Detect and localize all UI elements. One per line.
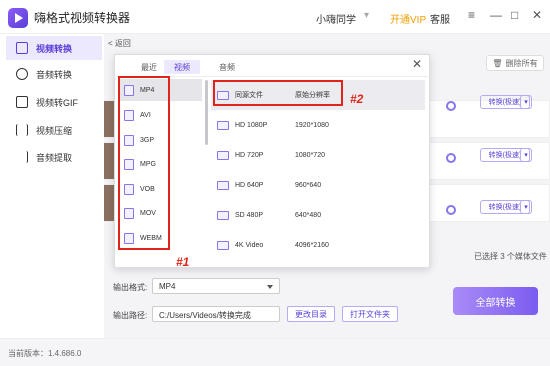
output-path-input[interactable]: C:/Users/Videos/转换完成 — [152, 306, 280, 322]
annotation-label-1: #1 — [176, 255, 190, 269]
sidebar-item-extract[interactable]: 音频提取 — [6, 145, 102, 169]
resolution-name: 4K Video — [235, 241, 264, 249]
trash-icon: 🗑 — [492, 58, 503, 68]
sidebar-item-compress[interactable]: 视频压缩 — [6, 118, 102, 142]
video-thumbnail — [104, 143, 114, 179]
close-button[interactable]: ✕ — [532, 8, 542, 22]
video-convert-icon — [16, 42, 28, 54]
open-folder-button[interactable]: 打开文件夹 — [342, 306, 398, 322]
sidebar-item-audio-convert[interactable]: 音频转换 — [6, 62, 102, 86]
tab-video[interactable]: 视频 — [164, 60, 200, 74]
resolution-value: 960*640 — [295, 181, 322, 189]
video-icon — [217, 120, 229, 130]
delete-all-button[interactable]: 🗑 删除所有 — [486, 55, 544, 71]
resolution-name: HD 1080P — [235, 121, 268, 129]
sidebar-item-label: 视频转GIF — [36, 97, 78, 108]
output-format-select[interactable]: MP4 — [152, 278, 280, 294]
convert-options-dropdown[interactable]: ▾ — [520, 200, 532, 214]
video-icon — [217, 180, 229, 190]
minimize-button[interactable]: — — [490, 8, 502, 22]
sidebar-item-label: 音频转换 — [36, 69, 73, 80]
resolution-item[interactable]: HD 640P 960*640 — [211, 170, 425, 200]
popup-close-icon[interactable]: ✕ — [412, 57, 422, 71]
settings-gear-icon[interactable] — [446, 101, 456, 111]
sidebar-item-label: 视频转换 — [36, 43, 73, 54]
sidebar-item-video-convert[interactable]: 视频转换 — [6, 36, 102, 60]
settings-gear-icon[interactable] — [446, 153, 456, 163]
footer — [0, 338, 550, 366]
resolution-value: 1080*720 — [295, 151, 325, 159]
resolution-value: 640*480 — [295, 211, 322, 219]
back-button[interactable]: < 返回 — [108, 38, 131, 49]
delete-all-label: 删除所有 — [505, 58, 538, 68]
resolution-item[interactable]: HD 720P 1080*720 — [211, 140, 425, 170]
resolution-name: HD 720P — [235, 151, 264, 159]
format-scrollbar[interactable] — [205, 80, 208, 145]
tab-recent[interactable]: 最近 — [134, 60, 164, 74]
annotation-label-2: #2 — [350, 92, 364, 106]
resolution-item[interactable]: 4K Video 4096*2160 — [211, 230, 425, 260]
sidebar-item-label: 音频提取 — [36, 152, 73, 163]
maximize-button[interactable]: □ — [511, 8, 518, 22]
user-dropdown-icon[interactable]: ▾ — [364, 10, 369, 21]
resolution-value: 4096*2160 — [295, 241, 329, 249]
video-icon — [217, 240, 229, 250]
audio-icon — [16, 68, 28, 80]
video-thumbnail — [104, 185, 114, 221]
compress-icon — [16, 124, 28, 136]
extract-icon — [16, 151, 28, 163]
resolution-name: SD 480P — [235, 211, 264, 219]
resolution-name: HD 640P — [235, 181, 264, 189]
app-title: 嗨格式视频转换器 — [34, 11, 131, 25]
menu-icon[interactable]: ≡ — [468, 8, 475, 22]
resolution-item[interactable]: SD 480P 640*480 — [211, 200, 425, 230]
change-dir-button[interactable]: 更改目录 — [287, 306, 335, 322]
gif-icon — [16, 96, 28, 108]
settings-gear-icon[interactable] — [446, 205, 456, 215]
convert-options-dropdown[interactable]: ▾ — [520, 95, 532, 109]
sidebar-item-label: 视频压缩 — [36, 125, 73, 136]
output-format-label: 输出格式: — [113, 283, 148, 292]
user-name[interactable]: 小嗨同学 — [316, 11, 356, 26]
tab-audio[interactable]: 音频 — [212, 60, 242, 74]
resolution-value: 1920*1080 — [295, 121, 329, 129]
service-link[interactable]: 客服 — [430, 11, 450, 26]
sidebar-item-gif[interactable]: 视频转GIF — [6, 90, 102, 114]
app-logo — [8, 8, 28, 28]
selected-count: 已选择 3 个媒体文件 — [474, 252, 547, 261]
vip-link[interactable]: 开通VIP — [390, 11, 426, 26]
annotation-box-1 — [118, 76, 170, 250]
annotation-box-2 — [213, 80, 343, 106]
video-thumbnail — [104, 101, 114, 137]
resolution-item[interactable]: HD 1080P 1920*1080 — [211, 110, 425, 140]
version-text: 当前版本：1.4.686.0 — [8, 349, 82, 358]
video-icon — [217, 150, 229, 160]
convert-all-button[interactable]: 全部转换 — [453, 287, 538, 315]
convert-options-dropdown[interactable]: ▾ — [520, 148, 532, 162]
video-icon — [217, 210, 229, 220]
output-path-label: 输出路径: — [113, 311, 148, 320]
